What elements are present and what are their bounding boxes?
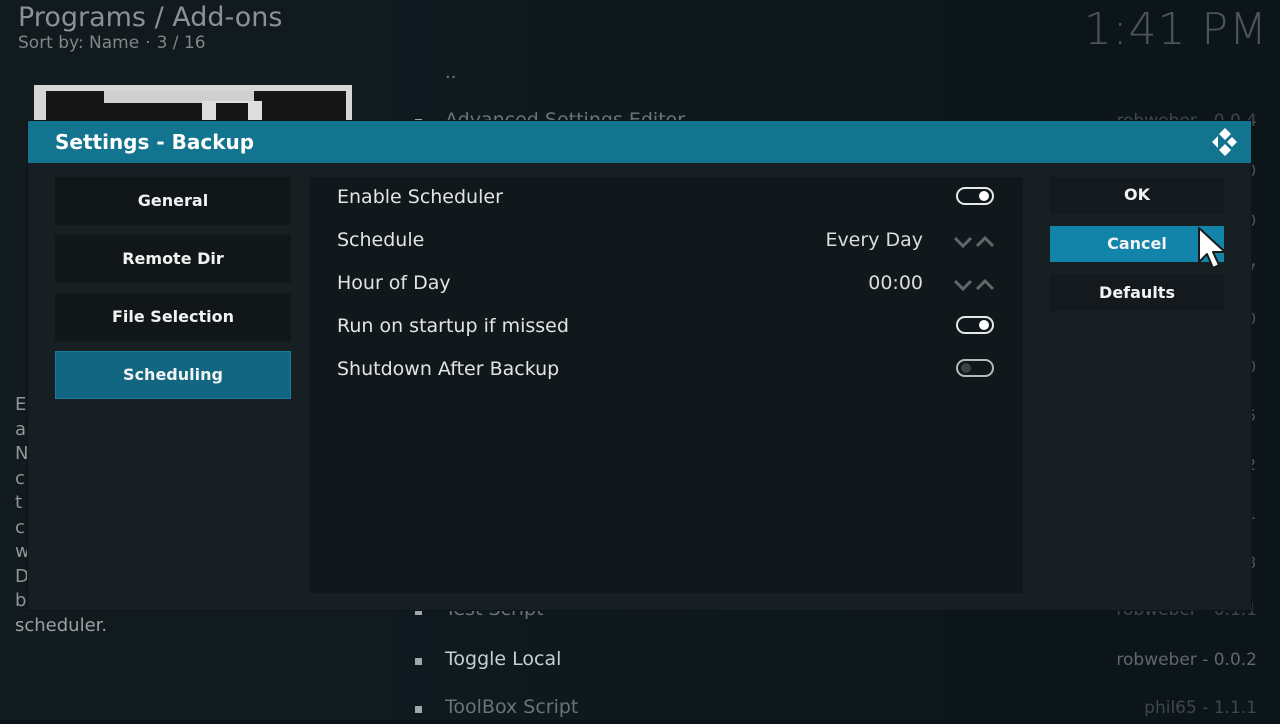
setting-label: Shutdown After Backup [337, 358, 560, 380]
setting-label: Run on startup if missed [337, 315, 569, 337]
setting-hour-of-day[interactable]: Hour of Day 00:00 [310, 264, 1023, 304]
description-fragment: c [15, 468, 25, 489]
settings-dialog: Settings - Backup General Remote Dir Fil… [28, 121, 1251, 610]
setting-shutdown-after-backup[interactable]: Shutdown After Backup [310, 350, 1023, 390]
setting-enable-scheduler[interactable]: Enable Scheduler [310, 178, 1023, 218]
toggle-on-icon[interactable] [956, 187, 994, 205]
bullet-icon [415, 706, 422, 713]
kodi-logo-icon [1212, 128, 1237, 156]
description-fragment: N [15, 443, 29, 464]
item-position: 3 / 16 [156, 33, 206, 53]
defaults-button[interactable]: Defaults [1050, 275, 1224, 311]
parent-directory-item[interactable]: .. [445, 62, 456, 83]
addon-name: Toggle Local [445, 648, 562, 670]
list-item[interactable]: Toggle Local robweber - 0.0.2 [415, 646, 1257, 676]
description-fragment: E [15, 394, 27, 415]
setting-schedule[interactable]: Schedule Every Day [310, 221, 1023, 261]
setting-value: 00:00 [868, 272, 923, 294]
category-file-selection[interactable]: File Selection [55, 293, 291, 341]
bullet-icon [415, 658, 422, 665]
addon-version: phil65 - 1.1.1 [1144, 698, 1257, 718]
description-fragment: c [15, 517, 25, 538]
sort-label: Sort by: Name [18, 33, 140, 53]
setting-label: Hour of Day [337, 272, 451, 294]
description-fragment: D [15, 566, 29, 587]
description-last-line: scheduler. [15, 615, 108, 636]
sort-info: Sort by: Name · 3 / 16 [18, 33, 206, 53]
toggle-off-icon[interactable] [956, 359, 994, 377]
toggle-on-icon[interactable] [956, 316, 994, 334]
description-fragment: a [15, 419, 27, 440]
clock: 1:41 PM [1083, 4, 1268, 55]
setting-label: Enable Scheduler [337, 186, 503, 208]
category-scheduling[interactable]: Scheduling [55, 351, 291, 399]
page-title: Programs / Add-ons [18, 2, 283, 33]
spinner-arrows-icon[interactable] [952, 276, 998, 294]
description-fragment: b [15, 590, 27, 611]
ok-button[interactable]: OK [1050, 177, 1224, 213]
category-general[interactable]: General [55, 177, 291, 225]
setting-value: Every Day [825, 229, 923, 251]
dialog-header: Settings - Backup [28, 121, 1251, 163]
description-fragment: t [15, 492, 23, 513]
spinner-arrows-icon[interactable] [952, 233, 998, 251]
addon-name: ToolBox Script [445, 696, 579, 718]
setting-label: Schedule [337, 229, 425, 251]
addon-version: robweber - 0.0.2 [1116, 650, 1257, 670]
setting-run-on-startup[interactable]: Run on startup if missed [310, 307, 1023, 347]
mouse-pointer-icon [1198, 227, 1226, 269]
settings-panel: Enable Scheduler Schedule Every Day Hour… [310, 177, 1023, 593]
category-remote-dir[interactable]: Remote Dir [55, 235, 291, 283]
dialog-title: Settings - Backup [55, 130, 255, 154]
